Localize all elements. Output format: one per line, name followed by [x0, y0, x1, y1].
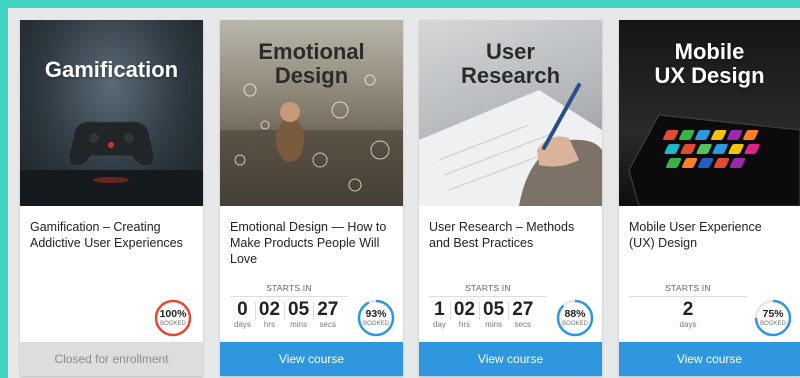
countdown-minutes: 05 mins	[479, 300, 508, 330]
booked-percent: 88%	[564, 307, 586, 320]
countdown-timer: 0 days 02 hrs 05 mins 27 secs	[230, 300, 342, 330]
booked-gauge: 100% BOOKED	[153, 298, 193, 338]
booked-gauge: 93% BOOKED	[356, 298, 396, 338]
booked-label: BOOKED	[160, 320, 186, 327]
course-card-emotional-design[interactable]: Emotional Design Emotional Design — How …	[220, 20, 403, 376]
course-stats: STARTS IN 0 days 02 hrs 05 mins 27 secs 93% …	[220, 276, 403, 338]
course-card-mobile-ux-design[interactable]: Mobile UX Design Mobile User Experience …	[619, 20, 800, 376]
countdown-hours: 02 hrs	[449, 300, 479, 330]
view-course-button[interactable]: View course	[419, 342, 602, 376]
countdown-timer: 2 days	[629, 300, 747, 330]
booked-percent: 75%	[762, 307, 784, 320]
view-course-button[interactable]: View course	[619, 342, 800, 376]
course-card-user-research[interactable]: User Research User Research – Methods an…	[419, 20, 602, 376]
course-list: Gamification Gamification – Creating Add…	[8, 8, 800, 378]
view-course-button[interactable]: View course	[220, 342, 403, 376]
course-image-user-research[interactable]: User Research	[419, 20, 602, 206]
course-title[interactable]: Mobile User Experience (UX) Design	[619, 206, 800, 276]
booked-label: BOOKED	[363, 320, 389, 327]
booked-percent: 100%	[159, 307, 187, 320]
hero-title: Mobile UX Design	[654, 39, 765, 88]
starts-in-label: STARTS IN	[629, 283, 747, 297]
course-title[interactable]: User Research – Methods and Best Practic…	[419, 206, 602, 276]
course-stats: STARTS IN 2 days 75% BOOKED	[619, 276, 800, 338]
countdown-minutes: 05 mins	[284, 300, 313, 330]
hero-title: User Research	[460, 39, 561, 88]
countdown-days: 2	[682, 299, 694, 320]
countdown-seconds: 27 secs	[313, 300, 342, 330]
booked-percent: 93%	[365, 307, 387, 320]
starts-in-label: STARTS IN	[429, 283, 547, 297]
course-stats: STARTS IN 1 day 02 hrs 05 mins 27 secs 88% B…	[419, 276, 602, 338]
course-title[interactable]: Gamification – Creating Addictive User E…	[20, 206, 203, 276]
countdown-timer: 1 day 02 hrs 05 mins 27 secs	[429, 300, 537, 330]
countdown-days: 1 day	[433, 299, 446, 330]
countdown-days: 0 days	[234, 299, 251, 330]
countdown-hours: 02 hrs	[254, 300, 284, 330]
closed-enrollment-button: Closed for enrollment	[20, 342, 203, 376]
course-title[interactable]: Emotional Design — How to Make Products …	[220, 206, 403, 276]
course-image-gamification[interactable]: Gamification	[20, 20, 203, 206]
booked-label: BOOKED	[760, 320, 786, 327]
booked-gauge: 75% BOOKED	[753, 298, 793, 338]
gamepad-illustration	[20, 121, 203, 206]
course-stats: 100% BOOKED	[20, 276, 203, 338]
hero-title: Gamification	[44, 57, 179, 82]
starts-in-label: STARTS IN	[230, 283, 348, 297]
course-card-gamification[interactable]: Gamification Gamification – Creating Add…	[20, 20, 203, 376]
booked-label: BOOKED	[562, 320, 588, 327]
hero-title: Emotional Design	[258, 39, 365, 88]
course-image-emotional-design[interactable]: Emotional Design	[220, 20, 403, 206]
countdown-days-label: days	[679, 320, 697, 329]
booked-gauge: 88% BOOKED	[555, 298, 595, 338]
course-image-mobile-ux-design[interactable]: Mobile UX Design	[619, 20, 800, 206]
countdown-seconds: 27 secs	[508, 300, 537, 330]
